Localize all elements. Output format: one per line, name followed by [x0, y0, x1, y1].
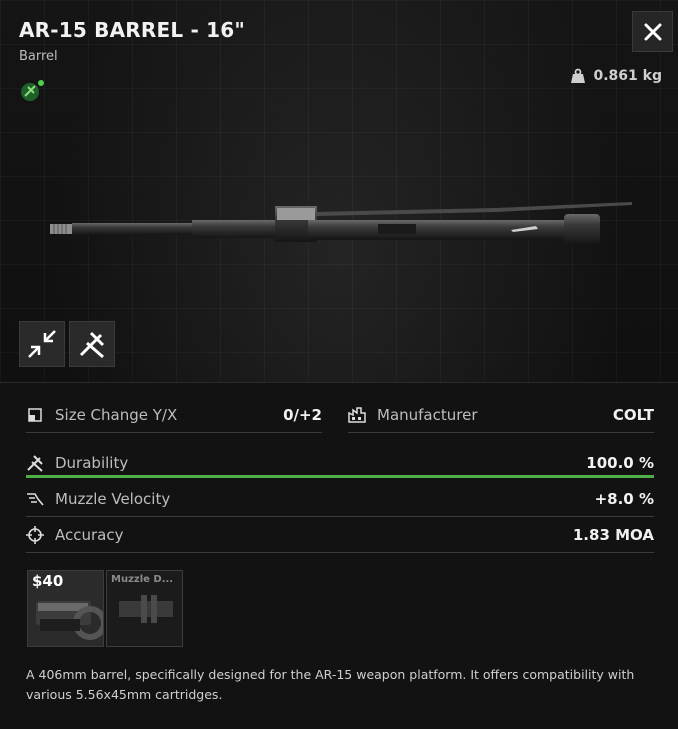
stat-row-muzzle-velocity: Muzzle Velocity +8.0 %	[26, 482, 654, 517]
durability-bar-fill	[26, 475, 654, 478]
attachment-price: $40	[32, 572, 64, 590]
craftable-icon	[19, 80, 44, 102]
tools-icon	[79, 331, 105, 359]
modify-button[interactable]	[69, 321, 115, 367]
stat-label: Size Change Y/X	[55, 406, 178, 424]
close-button[interactable]	[632, 11, 673, 52]
attachment-slot-gas-block[interactable]: $40	[27, 570, 104, 647]
stat-row-manufacturer: Manufacturer COLT	[348, 398, 654, 433]
stat-row-size-change: Size Change Y/X 0/+2	[26, 398, 322, 433]
crosshair-icon	[26, 526, 44, 544]
stat-value: COLT	[612, 406, 654, 424]
attachment-slot-muzzle-device[interactable]: Muzzle D...	[106, 570, 183, 647]
stat-value: 0/+2	[283, 406, 322, 424]
item-category: Barrel	[19, 49, 58, 64]
stat-value: 100.0 %	[586, 454, 654, 472]
durability-icon	[26, 454, 44, 472]
velocity-icon	[26, 490, 44, 508]
weight-value: 0.861 kg	[593, 68, 663, 84]
item-title: AR-15 BARREL - 16"	[19, 18, 245, 42]
stat-label: Durability	[55, 454, 129, 472]
size-icon	[26, 406, 44, 424]
barrel-image	[50, 202, 632, 244]
factory-icon	[348, 406, 366, 424]
stat-label: Muzzle Velocity	[55, 490, 171, 508]
attachment-name: Muzzle D...	[111, 574, 174, 585]
item-description: A 406mm barrel, specifically designed fo…	[26, 667, 635, 702]
stat-label: Accuracy	[55, 526, 124, 544]
stat-value: 1.83 MOA	[572, 526, 654, 544]
weight-icon	[570, 68, 585, 83]
weight-display: 0.861 kg	[570, 68, 663, 84]
stat-label: Manufacturer	[377, 406, 478, 424]
collapse-button[interactable]	[19, 321, 65, 367]
stat-value: +8.0 %	[594, 490, 654, 508]
collapse-icon	[28, 330, 56, 358]
close-icon	[644, 23, 661, 40]
item-inspect-window: AR-15 BARREL - 16" Barrel 0.861 kg Size …	[0, 0, 678, 729]
durability-bar	[26, 475, 654, 478]
item-preview-area: AR-15 BARREL - 16" Barrel 0.861 kg	[0, 0, 678, 382]
stat-row-accuracy: Accuracy 1.83 MOA	[26, 518, 654, 553]
